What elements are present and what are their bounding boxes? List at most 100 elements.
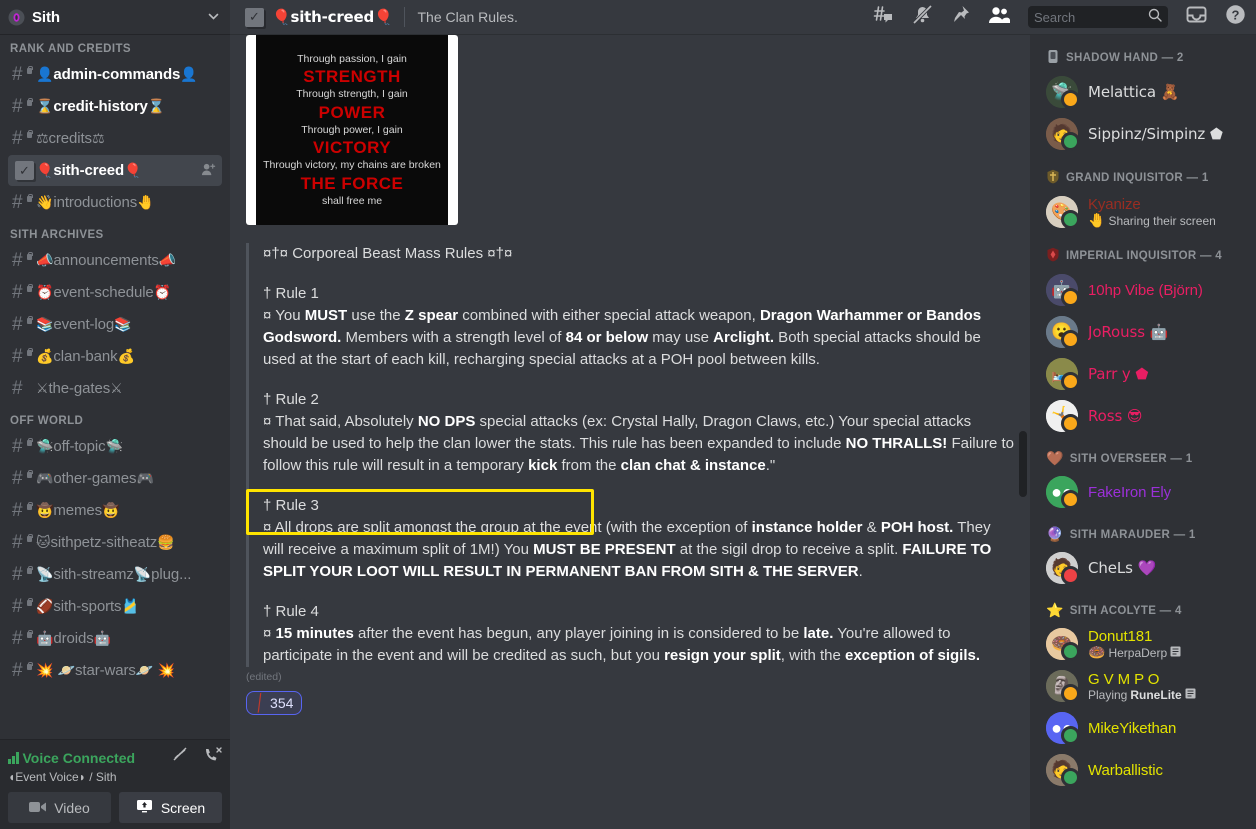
sidebar-item-droids[interactable]: # 🤖droids🤖	[8, 623, 222, 654]
threads-icon[interactable]	[873, 5, 894, 29]
sidebar-item-sith-streamz[interactable]: # 📡sith-streamz📡plug...	[8, 559, 222, 590]
member-melattica[interactable]: 🛸 Melattica 🧸	[1030, 71, 1256, 113]
category-off-world[interactable]: OFF WORLD	[0, 405, 230, 430]
sidebar-item-introductions[interactable]: # 👋introductions🤚	[8, 187, 222, 218]
disconnect-call-icon[interactable]	[203, 746, 222, 769]
bell-off-icon[interactable]	[912, 4, 933, 30]
creed-line: Through victory, my chains are broken	[263, 159, 441, 172]
sidebar-item-other-games[interactable]: # 🎮other-games🎮	[8, 463, 222, 494]
member-name: Kyanize	[1088, 195, 1141, 213]
video-button-label: Video	[54, 799, 90, 816]
creed-line: VICTORY	[312, 138, 392, 158]
avatar[interactable]: 🛌	[1046, 358, 1080, 391]
member-jorouss[interactable]: 😮 JoRouss 🤖	[1030, 311, 1256, 353]
server-name: Sith	[32, 8, 60, 26]
category-rank-and-credits[interactable]: RANK AND CREDITS	[0, 41, 230, 58]
sidebar-item-event-log[interactable]: # 📚event-log📚	[8, 309, 222, 340]
sidebar-item-event-schedule[interactable]: # ⏰event-schedule⏰	[8, 277, 222, 308]
status-indicator-idle	[1061, 330, 1080, 349]
search-input[interactable]	[1034, 9, 1144, 25]
avatar[interactable]: 🗿	[1046, 670, 1080, 703]
member-activity: 🍩 HerpaDerp	[1088, 645, 1248, 661]
status-indicator-online	[1061, 726, 1080, 745]
sidebar-item-memes[interactable]: # 🤠memes🤠	[8, 495, 222, 526]
sidebar-item-sith-creed[interactable]: ✓ 🎈sith-creed🎈	[8, 155, 222, 186]
sidebar-item-admin-commands[interactable]: # 👤admin-commands👤	[8, 59, 222, 90]
member-fakeiron-ely[interactable]: ●● FakeIron Ely	[1030, 471, 1256, 513]
chevron-down-icon[interactable]	[207, 10, 220, 25]
sidebar-item-the-gates[interactable]: # ⚔the-gates⚔	[8, 373, 222, 404]
category-sith-archives[interactable]: SITH ARCHIVES	[0, 219, 230, 244]
search-box[interactable]	[1028, 6, 1168, 28]
pinned-messages-icon[interactable]	[951, 5, 970, 29]
inbox-icon[interactable]	[1186, 5, 1207, 29]
member-activity: Playing RuneLite	[1088, 688, 1248, 702]
sith-marauder-badge-icon: 🔮	[1046, 527, 1064, 543]
avatar[interactable]: 🤖	[1046, 274, 1080, 307]
member-kyanize[interactable]: 🎨 Kyanize 🤚 Sharing their screen	[1030, 191, 1256, 233]
creed-line: STRENGTH	[303, 67, 401, 87]
member-sippinz-simpinz[interactable]: 🧑 Sippinz/Simpinz ⬟	[1030, 113, 1256, 155]
sith-code-image[interactable]: Through passion, I gain STRENGTH Through…	[246, 35, 458, 225]
avatar[interactable]: ●●	[1046, 476, 1080, 509]
member-10hp-vibe[interactable]: 🤖 10hp Vibe (Björn)	[1030, 269, 1256, 311]
sidebar-item-sithpetz-sitheatz[interactable]: # 🐱sithpetz-sitheatz🍔	[8, 527, 222, 558]
member-list[interactable]: SHADOW HAND — 2 🛸 Melattica 🧸 🧑 Sippinz/…	[1030, 35, 1256, 829]
hash-lock-icon: #	[8, 251, 36, 270]
avatar[interactable]: 😮	[1046, 316, 1080, 349]
reaction-button[interactable]: ╱ 354	[246, 691, 303, 715]
add-member-icon[interactable]	[201, 162, 216, 180]
hash-lock-icon: #	[8, 533, 36, 552]
screen-share-button-label: Screen	[160, 799, 206, 816]
creed-line: Through strength, I gain	[296, 88, 408, 101]
voice-status: Voice Connected	[8, 750, 171, 766]
message-list[interactable]: Through passion, I gain STRENGTH Through…	[230, 35, 1030, 829]
hash-lock-icon: #	[8, 97, 36, 116]
member-group-sith-acolyte: ⭐ SITH ACOLYTE — 4	[1046, 603, 1182, 619]
hash-lock-icon: #	[8, 501, 36, 520]
avatar[interactable]: 🍩	[1046, 628, 1080, 661]
main-content: ✓ 🎈sith-creed🎈 The Clan Rules. Search ? …	[230, 0, 1256, 829]
sidebar-item-clan-bank[interactable]: # 💰clan-bank💰	[8, 341, 222, 372]
creed-line: Through power, I gain	[301, 123, 403, 136]
sidebar-item-sith-sports[interactable]: # 🏈sith-sports🎽	[8, 591, 222, 622]
reaction-count: 354	[270, 695, 294, 711]
sidebar-item-off-topic[interactable]: # 🛸off-topic🛸	[8, 431, 222, 462]
hash-lock-icon: #	[8, 469, 36, 488]
rule-4-heading: † Rule 4	[263, 603, 319, 620]
rule-3-heading: † Rule 3	[263, 497, 319, 514]
member-group-sith-marauder: 🔮 SITH MARAUDER — 1	[1046, 527, 1196, 543]
avatar[interactable]: 🛸	[1046, 76, 1080, 109]
message-scrollbar[interactable]	[1019, 35, 1027, 829]
avatar[interactable]: ●●	[1046, 712, 1080, 745]
server-header[interactable]: Sith	[0, 0, 230, 35]
member-parr-y[interactable]: 🛌 Parr y ⬟	[1030, 353, 1256, 395]
noise-suppression-off-icon[interactable]	[171, 746, 189, 769]
member-donut181[interactable]: 🍩 Donut181 🍩 HerpaDerp	[1030, 623, 1256, 665]
slash-emoji: ╱	[252, 693, 267, 714]
member-mikeyikethan[interactable]: ●● MikeYikethan	[1030, 707, 1256, 749]
screen-share-button[interactable]: Screen	[119, 792, 222, 823]
help-icon[interactable]: ?	[1225, 4, 1246, 30]
avatar[interactable]: 🧑	[1046, 118, 1080, 151]
avatar[interactable]: 🧑	[1046, 754, 1080, 787]
checkbox-icon: ✓	[8, 161, 36, 180]
avatar[interactable]: 🎨	[1046, 196, 1080, 229]
member-warballistic[interactable]: 🧑 Warballistic	[1030, 749, 1256, 791]
sidebar-item-credits[interactable]: # ⚖credits⚖	[8, 123, 222, 154]
hash-lock-icon: #	[8, 65, 36, 84]
video-button[interactable]: Video	[8, 792, 111, 823]
avatar[interactable]: 🧑	[1046, 552, 1080, 585]
shadow-hand-badge-icon	[1046, 49, 1060, 67]
channel-list[interactable]: RANK AND CREDITS # 👤admin-commands👤 # ⌛c…	[0, 35, 230, 739]
member-gvmpo[interactable]: 🗿 G V M P O Playing RuneLite	[1030, 665, 1256, 707]
rule-1-body: ¤ You MUST use the Z spear combined with…	[263, 307, 982, 368]
sidebar-item-announcements[interactable]: # 📣announcements📣	[8, 245, 222, 276]
avatar[interactable]: 🤸	[1046, 400, 1080, 433]
member-ross[interactable]: 🤸 Ross 😎	[1030, 395, 1256, 437]
members-icon[interactable]	[988, 6, 1010, 29]
sidebar-item-star-wars[interactable]: # 💥 🪐star-wars🪐 💥	[8, 655, 222, 686]
scrollbar-thumb[interactable]	[1019, 431, 1027, 497]
member-chels[interactable]: 🧑 CheLs 💜	[1030, 547, 1256, 589]
sidebar-item-credit-history[interactable]: # ⌛credit-history⌛	[8, 91, 222, 122]
